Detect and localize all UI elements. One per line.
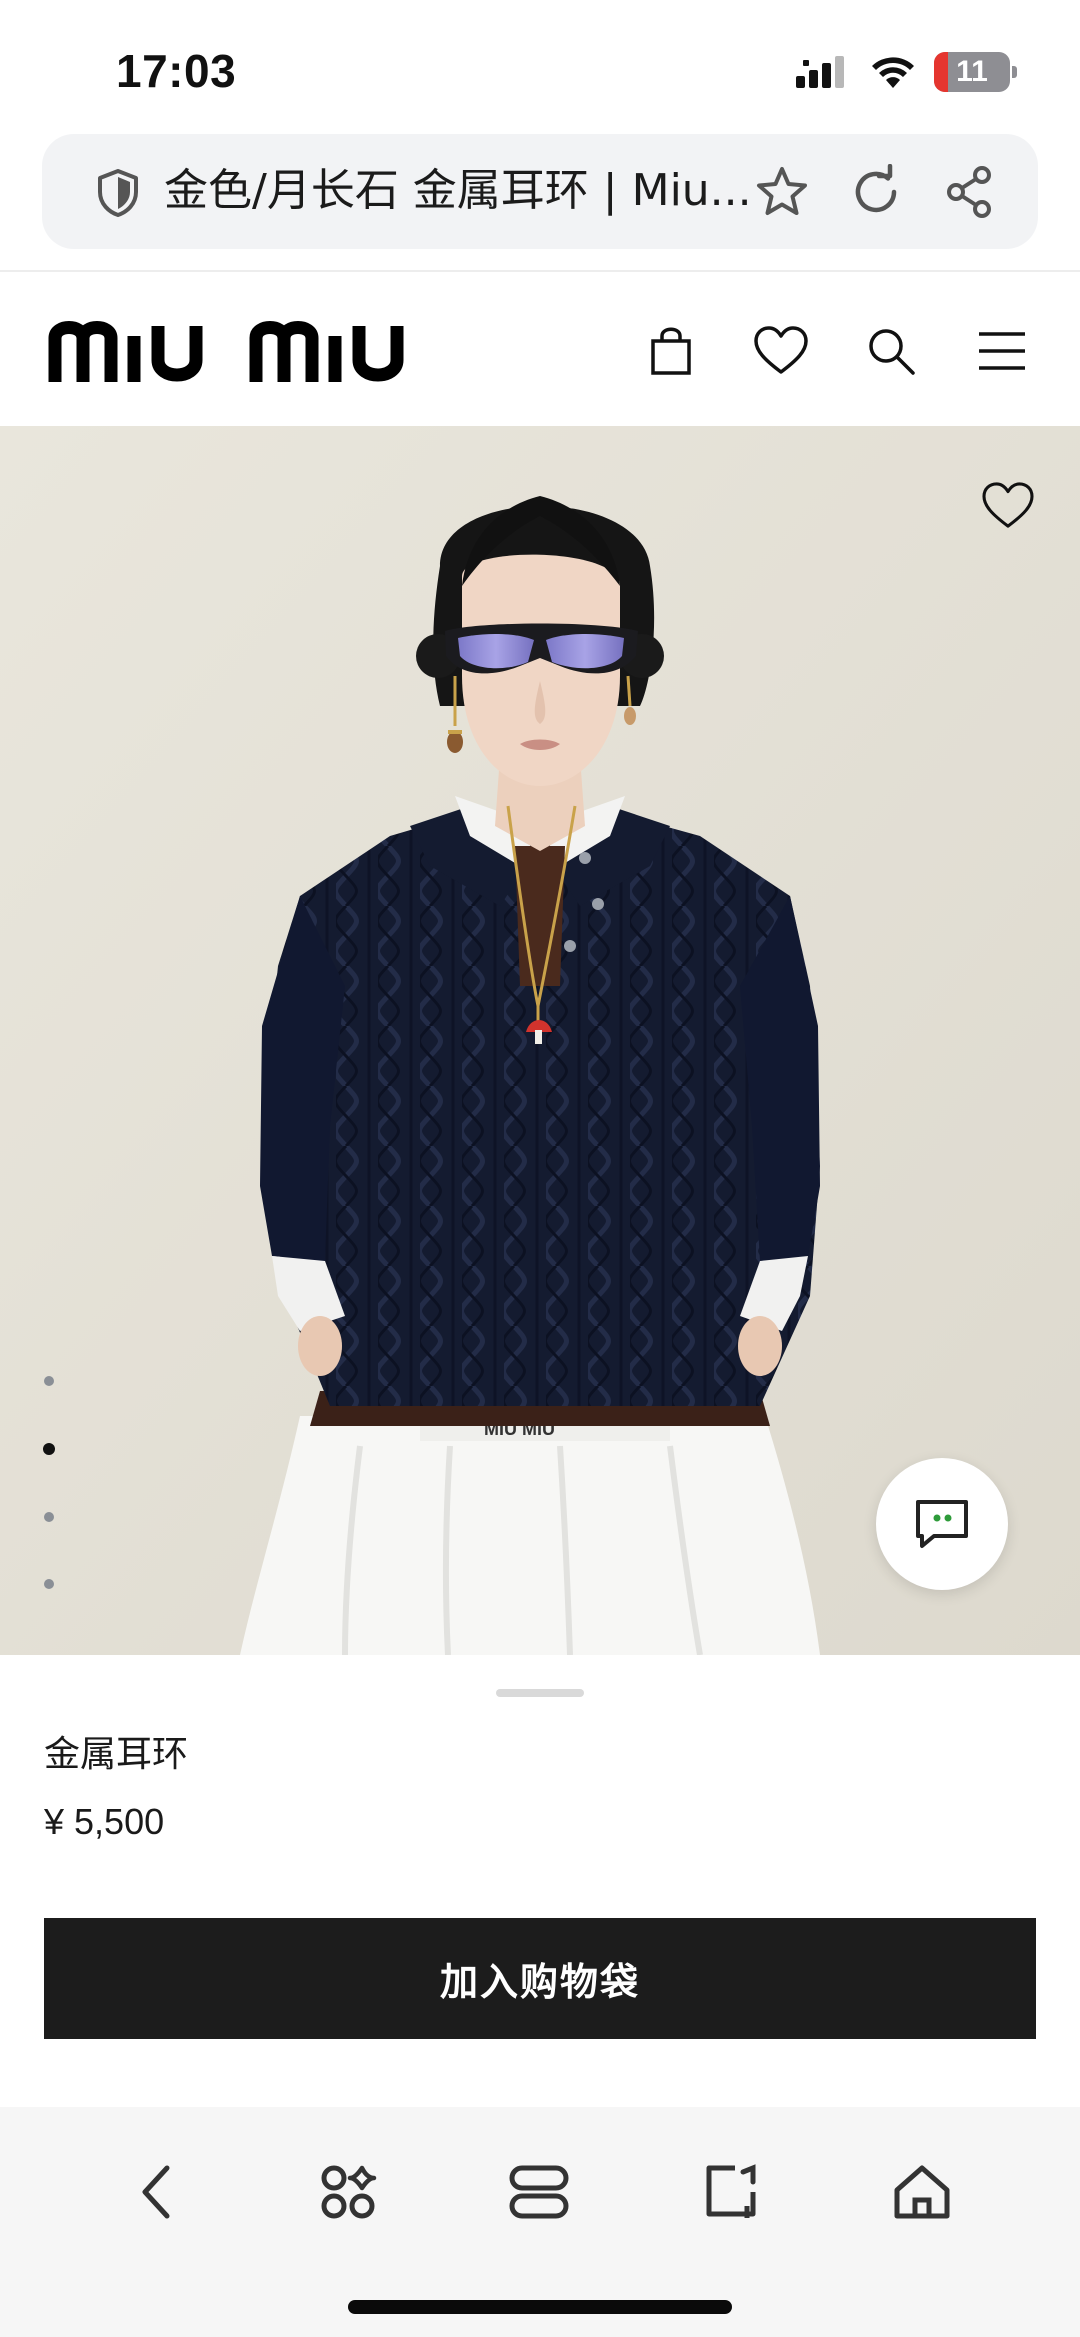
gallery-dot[interactable] bbox=[44, 1512, 54, 1522]
wishlist-heart-icon[interactable] bbox=[746, 316, 816, 386]
menu-icon[interactable] bbox=[967, 316, 1037, 386]
status-time: 17:03 bbox=[116, 45, 237, 97]
brand-logo[interactable] bbox=[48, 316, 458, 382]
wifi-icon bbox=[872, 57, 914, 88]
shield-icon[interactable] bbox=[96, 168, 140, 218]
page-title[interactable]: 金色/月长石 金属耳环 | Miu... bbox=[164, 164, 784, 218]
tabs-icon[interactable] bbox=[494, 2147, 584, 2237]
site-header bbox=[0, 272, 1080, 426]
chat-icon bbox=[916, 1500, 968, 1548]
product-price: ¥ 5,500 bbox=[44, 1801, 165, 1842]
battery-level: 11 bbox=[956, 55, 988, 88]
reload-icon[interactable] bbox=[844, 160, 908, 224]
status-icons: 11 bbox=[796, 50, 1017, 94]
apps-icon[interactable] bbox=[303, 2147, 393, 2237]
add-to-bag-button[interactable]: 加入购物袋 bbox=[44, 1918, 1036, 2039]
battery-icon: 11 bbox=[934, 52, 1017, 92]
gallery-dot[interactable] bbox=[44, 1579, 54, 1589]
sheet-grabber[interactable] bbox=[496, 1689, 584, 1697]
chat-button[interactable] bbox=[876, 1458, 1008, 1590]
product-image-gallery[interactable]: MIU MIU bbox=[0, 426, 1080, 1655]
gallery-dot[interactable] bbox=[44, 1376, 54, 1386]
shopping-bag-icon[interactable] bbox=[636, 316, 706, 386]
share-icon[interactable] bbox=[938, 160, 1002, 224]
gallery-dot-active[interactable] bbox=[43, 1443, 55, 1455]
status-bar: 17:03 11 bbox=[0, 0, 1080, 130]
search-icon[interactable] bbox=[856, 316, 926, 386]
star-icon[interactable] bbox=[750, 160, 814, 224]
back-icon[interactable] bbox=[112, 2147, 202, 2237]
product-info-sheet: 金属耳环 ¥ 5,500 加入购物袋 bbox=[0, 1655, 1080, 2107]
gallery-pagination[interactable] bbox=[40, 1376, 60, 1646]
product-name: 金属耳环 bbox=[44, 1734, 189, 1775]
signal-icon bbox=[796, 56, 844, 88]
url-bar[interactable]: 金色/月长石 金属耳环 | Miu... bbox=[42, 134, 1038, 249]
favorite-heart-icon[interactable] bbox=[976, 474, 1040, 538]
home-icon[interactable] bbox=[877, 2147, 967, 2237]
home-indicator[interactable] bbox=[348, 2300, 732, 2314]
new-tab-icon[interactable] bbox=[686, 2147, 776, 2237]
